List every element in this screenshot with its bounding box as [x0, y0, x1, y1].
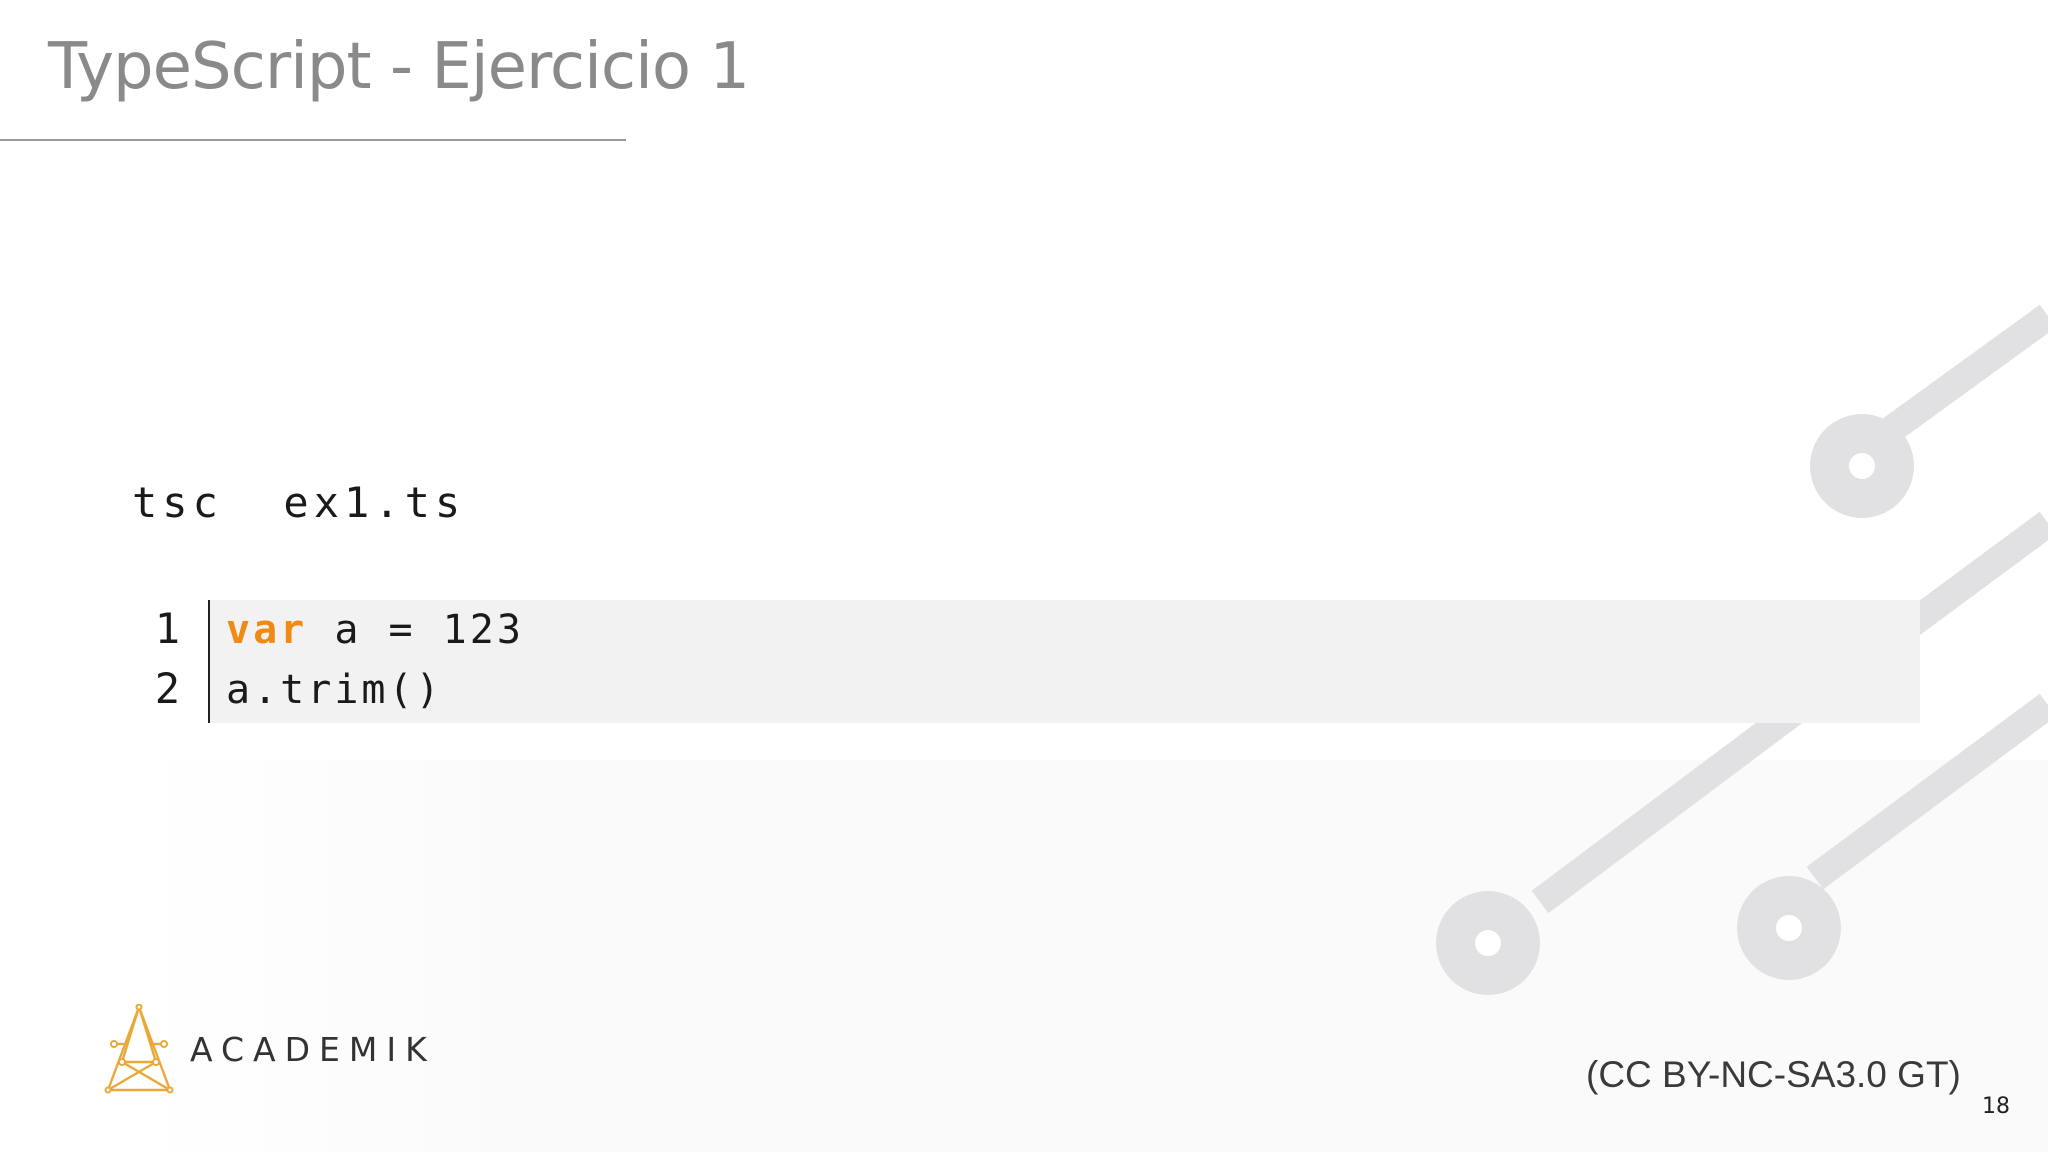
code-keyword: var: [226, 607, 308, 653]
code-text: a = 123: [307, 607, 524, 653]
academik-logo-icon: [104, 1004, 174, 1094]
slide: TypeScript - Ejercicio 1 tsc ex1.ts 1 va…: [0, 0, 2048, 1152]
line-number: 1: [154, 604, 180, 653]
title-divider: [0, 139, 626, 141]
code-gutter-divider: [208, 600, 210, 723]
line-number: 2: [154, 664, 180, 713]
slide-title: TypeScript - Ejercicio 1: [48, 30, 750, 104]
code-line: a.trim(): [226, 667, 443, 713]
circuit-decoration: [1436, 304, 2048, 995]
command-text: tsc ex1.ts: [132, 478, 466, 527]
logo-wordmark: ACADEMIK: [190, 1030, 436, 1069]
code-text: a.trim(): [226, 667, 443, 713]
page-number: 18: [1982, 1094, 2010, 1119]
code-line: var a = 123: [226, 607, 524, 653]
license-text: (CC BY-NC-SA3.0 GT): [1586, 1054, 1961, 1095]
